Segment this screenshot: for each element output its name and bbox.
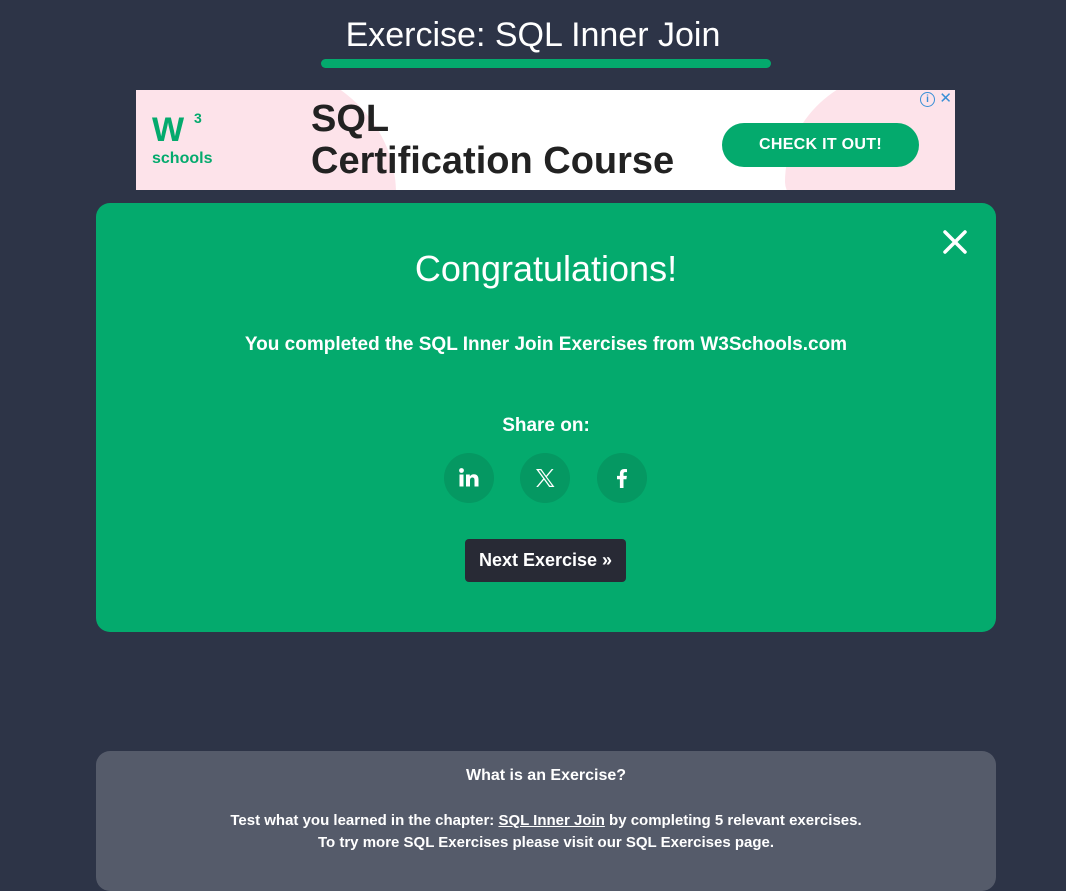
- congratulations-panel: Congratulations! You completed the SQL I…: [96, 203, 996, 632]
- chapter-link[interactable]: SQL Inner Join: [498, 812, 604, 829]
- share-linkedin-button[interactable]: [444, 453, 494, 503]
- share-label: Share on:: [502, 415, 590, 436]
- completion-message: You completed the SQL Inner Join Exercis…: [244, 334, 848, 355]
- linkedin-icon: [459, 468, 479, 487]
- logo-superscript: 3: [194, 110, 202, 126]
- ad-close-icon[interactable]: ✕: [939, 90, 952, 108]
- info-heading: What is an Exercise?: [465, 767, 627, 784]
- share-facebook-button[interactable]: [597, 453, 647, 503]
- facebook-icon: [617, 469, 627, 488]
- info-line-2: To try more SQL Exercises please visit o…: [317, 834, 775, 851]
- info-line-1-prefix: Test what you learned in the chapter:: [230, 812, 499, 829]
- info-line-1: Test what you learned in the chapter: SQ…: [96, 811, 996, 831]
- logo-w3-text: W: [152, 111, 184, 149]
- next-exercise-button[interactable]: Next Exercise »: [465, 539, 626, 582]
- info-line-1-suffix: by completing 5 relevant exercises.: [604, 812, 862, 829]
- ad-headline-line1: SQL: [311, 98, 390, 140]
- page-title: Exercise: SQL Inner Join: [345, 16, 721, 54]
- congratulations-heading: Congratulations!: [414, 248, 678, 289]
- exercise-info-panel: What is an Exercise? Test what you learn…: [96, 751, 996, 891]
- x-icon: [536, 469, 555, 487]
- ad-headline: SQL Certification Course: [311, 98, 674, 182]
- ad-check-it-out-button[interactable]: CHECK IT OUT!: [722, 123, 919, 167]
- share-x-button[interactable]: [520, 453, 570, 503]
- title-underline: [321, 59, 771, 68]
- logo-schools-text: schools: [152, 150, 213, 167]
- ad-headline-line2: Certification Course: [311, 140, 675, 182]
- w3schools-logo: W 3 schools: [152, 110, 212, 170]
- ad-info-icon[interactable]: i: [920, 92, 935, 107]
- ad-banner[interactable]: W 3 schools SQL Certification Course CHE…: [136, 90, 955, 190]
